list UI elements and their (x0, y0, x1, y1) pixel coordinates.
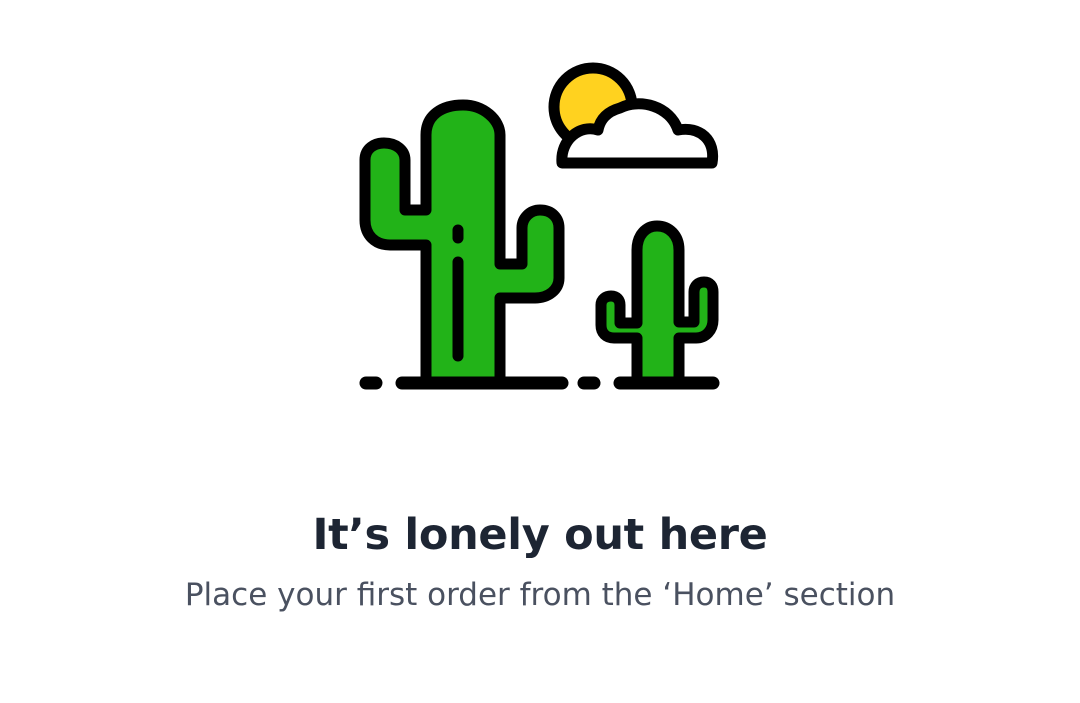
small-cactus-icon (595, 220, 719, 389)
empty-state-subtitle: Place your first order from the ‘Home’ s… (184, 577, 896, 613)
empty-state-title: It’s lonely out here (312, 510, 768, 560)
desert-cactus-illustration-icon (359, 62, 720, 390)
large-cactus-icon (359, 99, 565, 389)
empty-orders-state: It’s lonely out here Place your first or… (0, 0, 1080, 703)
